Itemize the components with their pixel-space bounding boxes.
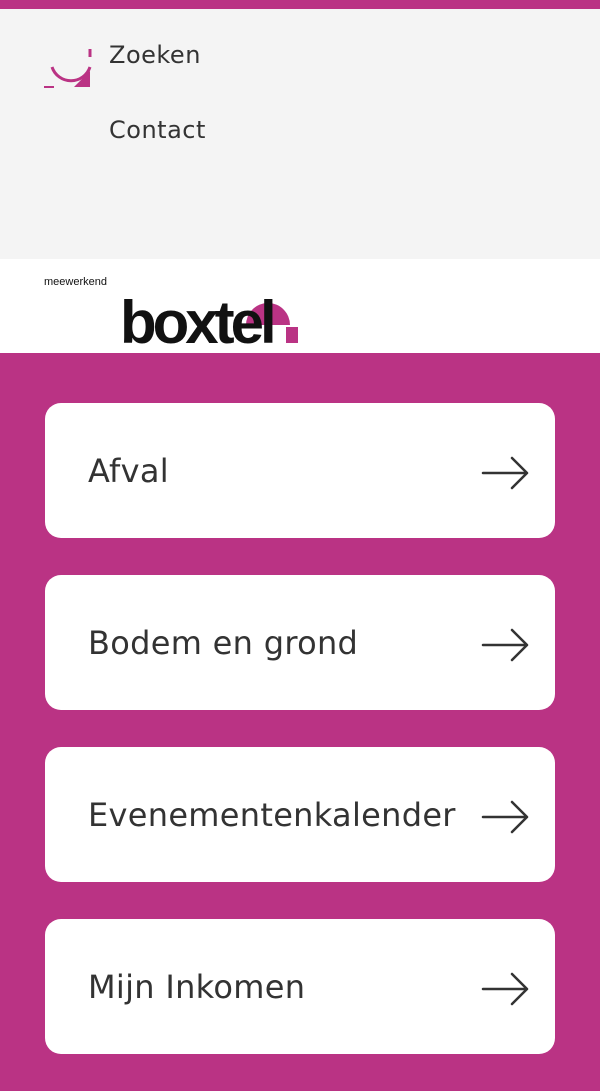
top-navigation: Zoeken Contact <box>0 9 600 259</box>
nav-link-contact[interactable]: Contact <box>109 118 206 142</box>
top-brand-strip <box>0 0 600 9</box>
topic-card-label: Evenementenkalender <box>88 795 456 834</box>
logo-bar: meewerkend boxtel <box>0 259 600 353</box>
nav-link-search[interactable]: Zoeken <box>109 43 201 67</box>
arrow-right-icon <box>481 972 531 1006</box>
arrow-right-icon <box>481 800 531 834</box>
municipality-logo[interactable]: meewerkend boxtel <box>44 276 304 347</box>
logo-tagline: meewerkend <box>44 276 107 288</box>
arrow-right-icon <box>481 628 531 662</box>
topic-card-label: Mijn Inkomen <box>88 967 306 1006</box>
logo-wordmark-text: boxtel <box>120 289 273 347</box>
topic-card-label: Bodem en grond <box>88 623 359 662</box>
topic-card-evenementenkalender[interactable]: Evenementenkalender <box>45 747 555 882</box>
topic-card-label: Afval <box>88 451 169 490</box>
topic-card-bodem-en-grond[interactable]: Bodem en grond <box>45 575 555 710</box>
topic-card-afval[interactable]: Afval <box>45 403 555 538</box>
topic-card-list: Afval Bodem en grond Evenementenkalender… <box>45 403 555 1091</box>
topic-card-mijn-inkomen[interactable]: Mijn Inkomen <box>45 919 555 1054</box>
logo-wordmark: boxtel <box>120 289 298 347</box>
search-icon[interactable] <box>44 39 94 89</box>
arrow-right-icon <box>481 456 531 490</box>
